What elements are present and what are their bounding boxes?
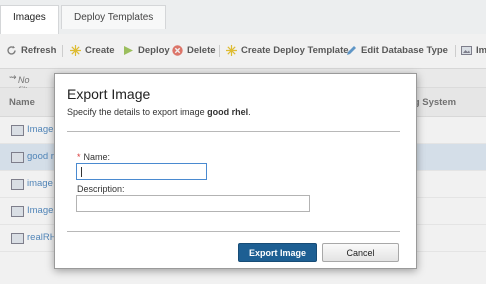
text-cursor [81,167,82,177]
cancel-button[interactable]: Cancel [322,243,399,262]
export-image-button[interactable]: Export Image [238,243,317,262]
required-mark: * [77,152,81,162]
name-label: * Name: [77,152,111,162]
dialog-title: Export Image [67,86,151,102]
divider [67,131,400,132]
export-image-dialog: Export Image Specify the details to expo… [54,73,417,269]
tab-deploy-templates[interactable]: Deploy Templates [61,5,167,29]
tab-bar: Images Deploy Templates [0,0,486,34]
image-name: good rhel [207,107,249,117]
description-input[interactable] [76,195,310,212]
dialog-subtitle: Specify the details to export image good… [67,107,251,117]
divider [67,231,400,232]
description-label: Description: [77,184,125,194]
tab-images[interactable]: Images [0,5,59,34]
name-input[interactable] [76,163,207,180]
